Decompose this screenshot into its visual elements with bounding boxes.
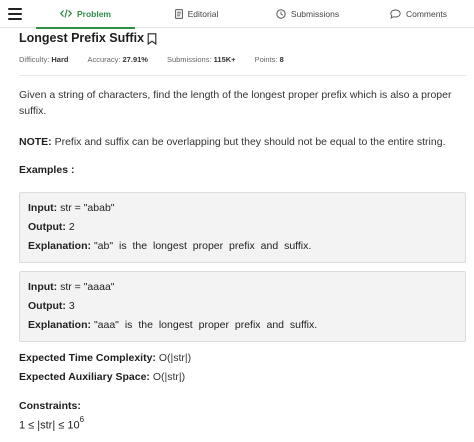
example-explanation: Explanation: "aaa" is the longest proper… <box>28 316 457 335</box>
example-output: Output: 3 <box>28 297 457 316</box>
time-complexity: Expected Time Complexity: O(|str|) <box>19 352 191 364</box>
examples-heading: Examples : <box>19 164 75 176</box>
problem-header: Longest Prefix Suffix <box>19 31 157 46</box>
tab-submissions-label: Submissions <box>290 8 340 19</box>
input-label: Input: <box>28 202 58 214</box>
output-label: Output: <box>28 221 66 233</box>
tab-editorial[interactable]: Editorial <box>141 0 252 28</box>
tab-comments-label: Comments <box>405 8 448 19</box>
output-label: Output: <box>28 300 66 312</box>
time-complexity-value: O(|str|) <box>158 352 192 364</box>
example-output: Output: 2 <box>28 218 457 237</box>
submissions-label: Submissions: <box>166 55 212 64</box>
problem-description: Given a string of characters, find the l… <box>19 89 452 117</box>
note-label: NOTE: <box>19 136 52 148</box>
explanation-label: Explanation: <box>28 240 92 252</box>
tab-comments[interactable]: Comments <box>363 0 474 28</box>
tab-problem[interactable]: Problem <box>30 0 141 29</box>
problem-meta: Difficulty: Hard Accuracy: 27.91% Submis… <box>19 55 303 64</box>
space-complexity-value: O(|str|) <box>152 371 186 383</box>
difficulty-info: Difficulty: Hard <box>19 55 68 64</box>
tab-submissions[interactable]: Submissions <box>252 0 363 28</box>
difficulty-value: Hard <box>51 55 69 64</box>
clock-icon <box>276 8 286 19</box>
page-title: Longest Prefix Suffix <box>19 31 145 45</box>
code-icon <box>59 9 72 18</box>
example-box: Input: str = "abab" Output: 2 Explanatio… <box>19 192 466 263</box>
points-info: Points: 8 <box>255 55 284 64</box>
accuracy-label: Accuracy: <box>87 55 121 64</box>
constraint-exponent: 6 <box>79 415 85 424</box>
bookmark-icon[interactable] <box>147 32 157 46</box>
constraints-heading: Constraints: <box>19 400 81 412</box>
menu-icon[interactable] <box>0 0 30 28</box>
example-explanation: Explanation: "ab" is the longest proper … <box>28 237 457 256</box>
difficulty-label: Difficulty: <box>19 55 50 64</box>
submissions-value: 115K+ <box>213 55 236 64</box>
tab-problem-label: Problem <box>76 8 111 19</box>
comment-icon <box>390 9 401 19</box>
space-complexity: Expected Auxiliary Space: O(|str|) <box>19 371 185 383</box>
problem-tabs-bar: Problem Editorial Submissions Comments <box>0 0 474 29</box>
submissions-info: Submissions: 115K+ <box>167 55 236 64</box>
input-value: str = "aaaa" <box>60 281 115 293</box>
output-value: 2 <box>68 221 75 233</box>
header-divider <box>19 75 466 76</box>
constraint-base: 1 ≤ |str| ≤ 10 <box>19 419 80 432</box>
problem-note: NOTE: Prefix and suffix can be overlappi… <box>19 134 469 150</box>
note-text: Prefix and suffix can be overlapping but… <box>54 136 446 148</box>
input-label: Input: <box>28 281 58 293</box>
explanation-label: Explanation: <box>28 319 92 331</box>
space-complexity-label: Expected Auxiliary Space: <box>19 371 150 383</box>
accuracy-value: 27.91% <box>122 55 148 64</box>
document-icon <box>174 8 183 19</box>
explanation-value: "aaa" is the longest proper prefix and s… <box>93 319 318 331</box>
example-input: Input: str = "aaaa" <box>28 278 457 297</box>
input-value: str = "abab" <box>60 202 115 214</box>
constraint-line: 1 ≤ |str| ≤ 106 <box>19 415 85 432</box>
tab-editorial-label: Editorial <box>187 8 219 19</box>
output-value: 3 <box>68 300 75 312</box>
points-label: Points: <box>254 55 278 64</box>
time-complexity-label: Expected Time Complexity: <box>19 352 156 364</box>
explanation-value: "ab" is the longest proper prefix and su… <box>93 240 312 252</box>
example-box: Input: str = "aaaa" Output: 3 Explanatio… <box>19 271 466 342</box>
accuracy-info: Accuracy: 27.91% <box>87 55 147 64</box>
example-input: Input: str = "abab" <box>28 199 457 218</box>
points-value: 8 <box>279 55 284 64</box>
